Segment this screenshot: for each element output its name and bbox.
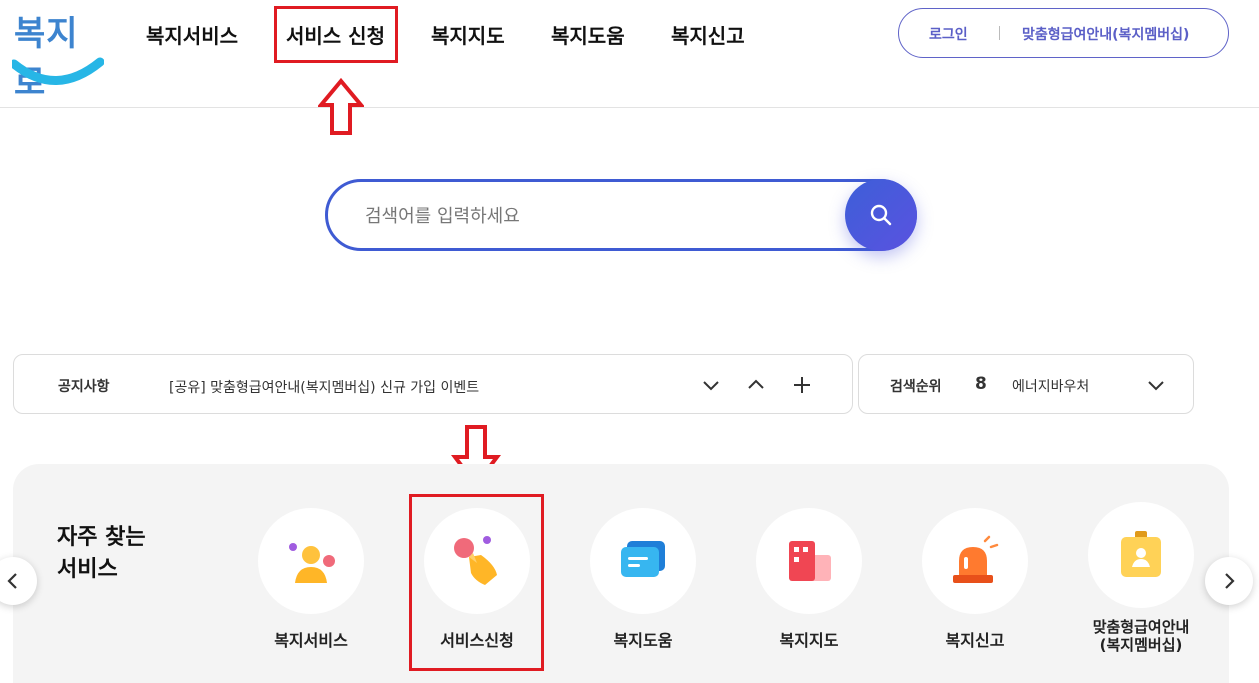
people-icon [289,543,335,583]
frequent-services-title: 자주 찾는 서비스 [57,525,146,582]
building-icon [789,541,831,581]
service-label: 복지도움 [613,631,673,650]
search-rank-bar: 검색순위 8 에너지바우처 [858,354,1194,414]
service-label: 복지지도 [779,631,839,650]
nav-welfare-service[interactable]: 복지서비스 [146,20,238,49]
search-box [325,179,917,251]
login-link[interactable]: 로그인 [929,24,968,44]
chevron-down-icon[interactable] [701,375,721,395]
notice-bar: 공지사항 [공유] 맞춤형급여안내(복지멤버십) 신규 가입 이벤트 [13,354,853,414]
rank-number: 8 [975,374,987,394]
service-item-membership[interactable]: 맞춤형급여안내 (복지멤버십) [1086,502,1196,654]
nav-welfare-report[interactable]: 복지신고 [671,20,745,49]
chevron-left-icon [7,573,17,589]
service-item-map[interactable]: 복지지도 [754,508,864,650]
user-menu: 로그인 맞춤형급여안내(복지멤버십) [898,8,1229,58]
service-icon-circle [258,508,364,614]
search-button[interactable] [845,179,917,251]
service-icon-circle [590,508,696,614]
site-logo[interactable]: 복지로 [12,6,104,103]
header: 복지로 복지서비스 서비스 신청 복지지도 복지도움 복지신고 로그인 맞춤형급… [0,0,1259,108]
service-item-welfare[interactable]: 복지서비스 [256,508,366,650]
nav-welfare-help[interactable]: 복지도움 [551,20,625,49]
nav-highlight-box [274,6,398,63]
search-input[interactable] [365,202,825,230]
membership-link[interactable]: 맞춤형급여안내(복지멤버십) [1022,24,1189,44]
service-label: 복지서비스 [274,631,348,650]
rank-label: 검색순위 [890,379,942,395]
service-label: 복지신고 [945,631,1005,650]
chevron-up-icon[interactable] [746,375,766,395]
chat-bubble-icon [621,541,665,577]
search-icon [870,204,892,226]
user-menu-divider [999,26,1000,40]
scroll-right-button[interactable] [1205,557,1253,605]
service-label: 맞춤형급여안내 (복지멤버십) [1092,618,1190,654]
rank-keyword[interactable]: 에너지바우처 [1012,376,1089,396]
siren-icon [953,535,999,583]
logo-smile-icon [12,57,104,85]
service-icon-circle [756,508,862,614]
notice-text[interactable]: [공유] 맞춤형급여안내(복지멤버십) 신규 가입 이벤트 [169,377,479,397]
service-item-report[interactable]: 복지신고 [920,508,1030,650]
service-highlight-box [409,494,544,671]
service-icon-circle [1088,502,1194,608]
nav-welfare-map[interactable]: 복지지도 [431,20,505,49]
chevron-down-icon[interactable] [1146,375,1166,395]
notice-label: 공지사항 [58,379,110,395]
id-badge-icon [1121,531,1161,577]
service-icon-circle [922,508,1028,614]
chevron-right-icon [1225,573,1235,589]
arrow-up-icon [318,78,364,135]
service-item-help[interactable]: 복지도움 [588,508,698,650]
plus-icon[interactable] [792,375,812,395]
